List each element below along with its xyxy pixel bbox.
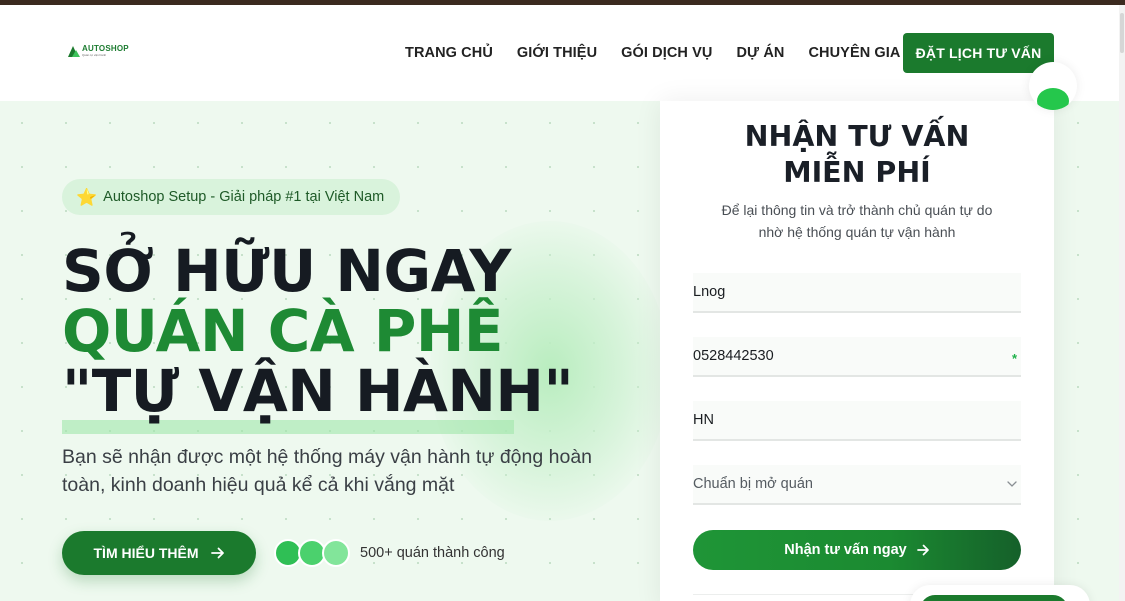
name-field[interactable]	[693, 273, 1021, 313]
form-title: NHẬN TƯ VẤN MIỄN PHÍ	[744, 120, 970, 189]
nav-item-home[interactable]: TRANG CHỦ	[405, 45, 493, 61]
status-select-value: Chuẩn bị mở quán	[693, 476, 813, 492]
headline-line-3: "TỰ VẬN HÀNH"	[62, 357, 574, 425]
status-select[interactable]: Chuẩn bị mở quán	[693, 465, 1021, 505]
floating-contact-pill[interactable]	[910, 585, 1090, 601]
brand-logo[interactable]: AUTOSHOP Quán tự vận hành	[68, 45, 129, 57]
page-scrollbar[interactable]	[1119, 5, 1125, 601]
city-field[interactable]	[693, 401, 1021, 441]
hero-badge-text: Autoshop Setup - Giải pháp #1 tại Việt N…	[103, 189, 385, 205]
hero-headline: SỞ HỮU NGAY QUÁN CÀ PHÊ "TỰ VẬN HÀNH"	[62, 237, 574, 425]
logo-word: AUTOSHOP	[82, 44, 129, 53]
logo-tagline: Quán tự vận hành	[82, 53, 107, 57]
chat-bubble-icon	[1037, 88, 1069, 110]
social-proof: 500+ quán thành công	[274, 539, 505, 567]
hero-badge: ⭐ Autoshop Setup - Giải pháp #1 tại Việt…	[62, 179, 401, 215]
headline-line-2: QUÁN CÀ PHÊ	[62, 297, 504, 365]
arrow-right-icon	[210, 547, 224, 559]
logo-text: AUTOSHOP Quán tự vận hành	[82, 45, 129, 57]
social-proof-text: 500+ quán thành công	[360, 545, 505, 561]
required-mark: *	[1012, 351, 1018, 366]
submit-consultation-button[interactable]: Nhận tư vấn ngay	[693, 530, 1021, 570]
submit-label: Nhận tư vấn ngay	[784, 542, 907, 558]
logo-mountain-icon	[68, 46, 80, 57]
form-description: Để lại thông tin và trở thành chủ quán t…	[721, 202, 993, 240]
site-header: AUTOSHOP Quán tự vận hành TRANG CHỦ GIỚI…	[0, 5, 1119, 101]
learn-more-button[interactable]: TÌM HIỂU THÊM	[62, 531, 256, 575]
nav-item-packages[interactable]: GÓI DỊCH VỤ	[621, 45, 712, 61]
nav-item-about[interactable]: GIỚI THIỆU	[517, 45, 597, 61]
main-nav: TRANG CHỦ GIỚI THIỆU GÓI DỊCH VỤ DỰ ÁN C…	[405, 45, 925, 61]
arrow-right-icon	[916, 544, 929, 556]
learn-more-label: TÌM HIỂU THÊM	[93, 545, 199, 561]
book-consultation-button[interactable]: ĐẶT LỊCH TƯ VẤN	[903, 33, 1054, 73]
avatar	[322, 539, 350, 567]
chevron-down-icon	[1007, 481, 1017, 487]
phone-field[interactable]	[693, 337, 1021, 377]
scrollbar-thumb[interactable]	[1120, 13, 1124, 53]
star-icon: ⭐	[76, 187, 98, 207]
nav-item-projects[interactable]: DỰ ÁN	[736, 45, 784, 61]
hero-subtext: Bạn sẽ nhận được một hệ thống máy vận hà…	[62, 446, 593, 496]
floating-chat-button[interactable]	[1029, 62, 1077, 110]
headline-line-1: SỞ HỮU NGAY	[62, 237, 511, 305]
contact-pill-icon	[920, 595, 1068, 601]
nav-item-experts[interactable]: CHUYÊN GIA	[808, 45, 900, 61]
consultation-form-card: NHẬN TƯ VẤN MIỄN PHÍ Để lại thông tin và…	[660, 101, 1054, 601]
